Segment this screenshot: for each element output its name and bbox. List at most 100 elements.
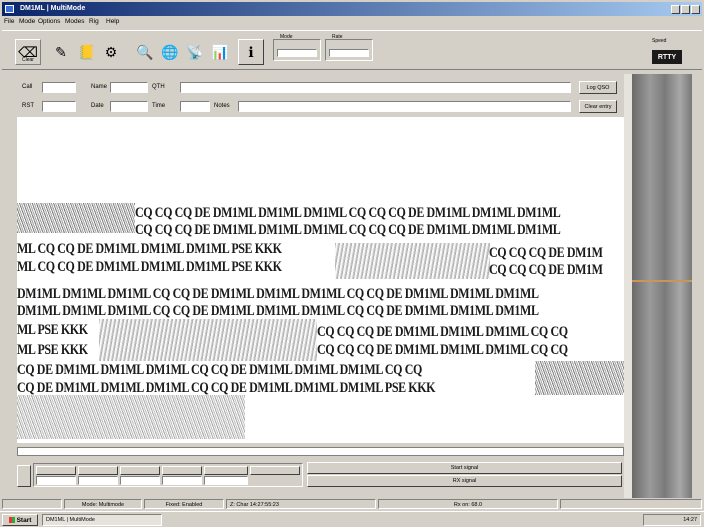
menu-options[interactable]: Options [38, 18, 60, 25]
decoded-line: CQ CQ CQ DE DM1ML DM1ML DM1ML CQ CQ [317, 323, 568, 340]
decoded-line: ML CQ CQ DE DM1ML DM1ML DM1ML PSE KKK [17, 240, 282, 257]
rate-group-label: Rate [332, 34, 343, 40]
taskbar-app-item[interactable]: DM1ML | MultiMode [42, 514, 162, 526]
date-label: Date [91, 103, 104, 109]
decoded-line: CQ CQ CQ DE DM1M [489, 244, 603, 261]
name-field[interactable] [110, 82, 148, 93]
rate-slider[interactable] [329, 49, 369, 57]
transmit-input[interactable] [17, 447, 624, 456]
decoded-line: DM1ML DM1ML DM1ML CQ CQ DE DM1ML DM1ML D… [17, 302, 539, 319]
rst-label: RST [22, 103, 34, 109]
rate-panel[interactable] [325, 39, 373, 61]
status-panel-time: Z: Char 14:27:55:23 [226, 499, 376, 509]
system-tray-clock[interactable]: 14:27 [643, 514, 701, 526]
decoded-line: CQ CQ CQ DE DM1M [489, 261, 603, 278]
maximize-button[interactable] [681, 5, 690, 14]
log-icon: 📒 [78, 43, 96, 60]
settings-button[interactable]: ⚙ [98, 39, 124, 65]
parameter-grid [33, 463, 303, 487]
globe-icon: 🌐 [161, 43, 179, 60]
decoder-output[interactable]: CQ CQ CQ DE DM1ML DM1ML DM1ML CQ CQ CQ D… [17, 203, 624, 443]
noise-block [335, 243, 490, 279]
param-cell[interactable] [78, 466, 118, 475]
vertical-scrollbar[interactable] [624, 74, 632, 498]
info-button[interactable]: ℹ [238, 39, 264, 65]
qth-field[interactable] [180, 82, 571, 93]
receive-pane[interactable] [17, 117, 624, 203]
menu-modes[interactable]: Modes [65, 18, 85, 25]
menu-mode[interactable]: Mode [19, 18, 35, 25]
param-cell[interactable] [120, 466, 160, 475]
clear-button-label: Clear [22, 57, 34, 63]
param-cell[interactable] [36, 466, 76, 475]
title-bar: DM1ML | MultiMode [2, 2, 702, 16]
minimize-button[interactable] [671, 5, 680, 14]
settings-icon: ⚙ [104, 43, 118, 60]
close-button[interactable] [691, 5, 700, 14]
decoded-line: ML PSE KKK [17, 321, 88, 338]
application-window: DM1ML | MultiMode File Mode Options Mode… [0, 0, 704, 527]
time-field[interactable] [180, 101, 210, 112]
chart-button[interactable]: 📊 [207, 39, 233, 65]
clear-button[interactable]: ⌫ Clear [15, 39, 41, 65]
log-qso-button[interactable]: Log QSO [579, 81, 617, 94]
transmit-icon: 📡 [186, 43, 204, 60]
date-field[interactable] [110, 101, 148, 112]
noise-block [99, 319, 317, 361]
log-button[interactable]: 📒 [74, 39, 100, 65]
tools-button[interactable]: ✎ [48, 39, 74, 65]
toolbar: ⌫ Clear ✎ 📒 ⚙ 🔍 🌐 📡 📊 ℹ Mode Rate [2, 30, 702, 70]
decoded-line: ML PSE KKK [17, 341, 88, 358]
decoded-line: CQ CQ CQ DE DM1ML DM1ML DM1ML CQ CQ [317, 341, 568, 358]
rx-signal-button[interactable]: RX signal [307, 475, 622, 487]
notes-field[interactable] [238, 101, 571, 112]
menu-rig[interactable]: Rig [89, 18, 99, 25]
noise-block [535, 361, 624, 395]
param-value[interactable] [120, 476, 160, 485]
app-icon [5, 5, 14, 13]
menu-bar: File Mode Options Modes Rig Help [2, 17, 702, 28]
windows-logo-icon [8, 517, 15, 523]
noise-block [17, 395, 245, 439]
status-panel-empty [2, 499, 62, 509]
start-button[interactable]: Start [2, 514, 38, 526]
menu-file[interactable]: File [4, 18, 14, 25]
param-value[interactable] [78, 476, 118, 485]
taskbar: Start DM1ML | MultiMode 14:27 [0, 511, 704, 527]
mode-indicator[interactable]: RTTY [652, 50, 682, 64]
menu-help[interactable]: Help [106, 18, 119, 25]
param-cell[interactable] [204, 466, 248, 475]
param-value[interactable] [204, 476, 248, 485]
decoded-line: DM1ML DM1ML DM1ML CQ CQ DE DM1ML DM1ML D… [17, 285, 539, 302]
search-button[interactable]: 🔍 [132, 39, 158, 65]
decoded-line: CQ DE DM1ML DM1ML DM1ML CQ CQ DE DM1ML D… [17, 361, 422, 378]
decoded-line: ML CQ CQ DE DM1ML DM1ML DM1ML PSE KKK [17, 258, 282, 275]
name-label: Name [91, 84, 108, 90]
control-panel: Start signal RX signal [17, 459, 624, 489]
transmit-button[interactable]: 📡 [182, 39, 208, 65]
noise-block [17, 203, 135, 233]
mode-panel[interactable] [273, 39, 321, 61]
start-label: Start [16, 516, 32, 524]
mode-group-label: Mode [280, 34, 293, 40]
waterfall-display[interactable] [632, 74, 692, 498]
mode-select-button[interactable] [17, 465, 31, 487]
status-panel-fixed: Fixed: Enabled [144, 499, 224, 509]
call-label: Call [22, 84, 33, 90]
mode-slider[interactable] [277, 49, 317, 57]
start-signal-button[interactable]: Start signal [307, 462, 622, 474]
status-panel-mode: Mode: Multimode [64, 499, 142, 509]
decoded-line: CQ CQ CQ DE DM1ML DM1ML DM1ML CQ CQ CQ D… [135, 204, 561, 221]
globe-button[interactable]: 🌐 [157, 39, 183, 65]
qth-label: QTH [152, 84, 165, 90]
param-cell[interactable] [250, 466, 300, 475]
param-value[interactable] [36, 476, 76, 485]
clear-entry-button[interactable]: Clear entry [579, 100, 617, 113]
call-field[interactable] [42, 82, 76, 93]
rst-field[interactable] [42, 101, 76, 112]
param-value[interactable] [162, 476, 202, 485]
status-panel-rx: Rx on: 68.0 [378, 499, 558, 509]
chart-icon: 📊 [211, 43, 229, 60]
param-cell[interactable] [162, 466, 202, 475]
status-panel-extra [560, 499, 702, 509]
